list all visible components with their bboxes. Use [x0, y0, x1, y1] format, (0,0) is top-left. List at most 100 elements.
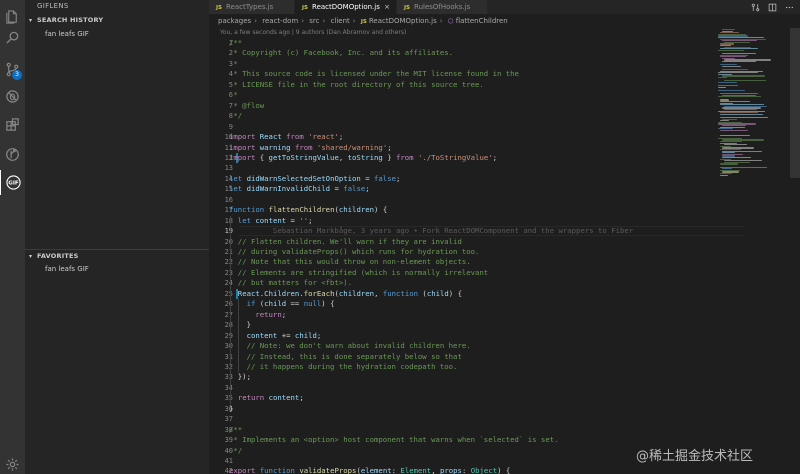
- code-line[interactable]: }: [229, 404, 233, 414]
- code-editor[interactable]: You, a few seconds ago | 9 authors (Dan …: [209, 27, 800, 474]
- code-line[interactable]: /**: [229, 425, 242, 435]
- breadcrumb-item[interactable]: packages: [218, 17, 251, 25]
- close-icon[interactable]: ×: [384, 0, 390, 14]
- search-icon[interactable]: [0, 25, 25, 50]
- favorites-item[interactable]: fan leafs GIF: [45, 264, 89, 275]
- minimap[interactable]: [718, 29, 792, 179]
- indent-guide: [238, 299, 239, 373]
- code-line[interactable]: function flattenChildren(children) {: [229, 205, 387, 215]
- source-control-badge: 3: [12, 70, 22, 80]
- js-file-icon: JS: [216, 5, 223, 11]
- chevron-down-icon: ▾: [29, 17, 33, 24]
- debug-icon[interactable]: [0, 84, 25, 109]
- code-line[interactable]: // Note that this would throw on non-ele…: [229, 257, 471, 267]
- code-line[interactable]: // but matters for <fbt>).: [229, 278, 352, 288]
- split-editor-icon[interactable]: [768, 3, 777, 12]
- compare-changes-icon[interactable]: [751, 3, 760, 12]
- tab-bar: JS ReactTypes.js JS ReactDOMOption.js × JS…: [209, 0, 800, 14]
- code-line[interactable]: /**: [229, 38, 242, 48]
- js-file-icon: JS: [404, 5, 411, 11]
- inline-blame: Sebastian Markbåge, 3 years ago • Fork R…: [229, 226, 634, 236]
- codelens-blame[interactable]: You, a few seconds ago | 9 authors (Dan …: [220, 29, 406, 36]
- tab-label: RulesOfHooks.js: [414, 3, 471, 11]
- code-line[interactable]: }: [229, 320, 251, 330]
- chevron-right-icon: ›: [301, 17, 305, 25]
- code-line[interactable]: Sebastian Markbåge, 3 years ago • Fork R…: [229, 226, 633, 236]
- code-line[interactable]: */: [229, 111, 242, 121]
- watermark: @稀土掘金技术社区: [636, 449, 754, 464]
- tab-rulesofhooks[interactable]: JS RulesOfHooks.js: [397, 0, 487, 14]
- minimap-line: [720, 163, 738, 165]
- favorites-header[interactable]: ▾ FAVORITES: [25, 251, 209, 262]
- code-line[interactable]: import warning from 'shared/warning';: [229, 143, 392, 153]
- sidebar-divider: [25, 249, 209, 250]
- code-line[interactable]: });: [229, 372, 251, 382]
- breadcrumb-symbol[interactable]: flattenChildren: [456, 17, 508, 25]
- code-line[interactable]: // during validateProps() which runs for…: [229, 247, 480, 257]
- activity-bar: 3 GIF: [0, 0, 25, 474]
- minimap-line: [718, 96, 762, 98]
- tab-reacttypes[interactable]: JS ReactTypes.js: [209, 0, 294, 14]
- extensions-icon[interactable]: [0, 112, 25, 137]
- chevron-down-icon: ▾: [29, 253, 33, 260]
- code-line[interactable]: let content = '';: [229, 216, 313, 226]
- code-line[interactable]: // Elements are stringified (which is no…: [229, 268, 488, 278]
- breadcrumb: packages › react-dom › src › client › JS Reac…: [218, 15, 508, 27]
- gif-icon-label: GIF: [8, 181, 19, 187]
- code-line[interactable]: export function validateProps(element: E…: [229, 466, 510, 474]
- code-line[interactable]: import { getToStringValue, toString } fr…: [229, 153, 497, 163]
- js-file-icon: JS: [360, 19, 367, 25]
- code-line[interactable]: */: [229, 446, 242, 456]
- minimap-line: [720, 134, 751, 136]
- search-history-header[interactable]: ▾ SEARCH HISTORY: [25, 15, 209, 26]
- code-line[interactable]: content += child;: [229, 331, 322, 341]
- gear-icon[interactable]: [0, 452, 25, 474]
- chevron-right-icon: ›: [439, 17, 443, 25]
- favorites-label: FAVORITES: [37, 252, 79, 260]
- code-line[interactable]: if (child == null) {: [229, 299, 335, 309]
- minimap-line: [722, 65, 741, 67]
- code-line[interactable]: // Flatten children. We'll warn if they …: [229, 237, 462, 247]
- code-line[interactable]: // Note: we don't warn about invalid chi…: [229, 341, 471, 351]
- code-line[interactable]: React.Children.forEach(children, functio…: [229, 289, 462, 299]
- code-line[interactable]: * LICENSE file in the root directory of …: [229, 80, 483, 90]
- code-line[interactable]: * @flow: [229, 101, 264, 111]
- sidebar: GIFLENS ▾ SEARCH HISTORY fan leafs GIF ▾ F…: [25, 0, 209, 474]
- minimap-line: [718, 81, 738, 83]
- breadcrumb-item[interactable]: client: [331, 17, 350, 25]
- code-line[interactable]: // Instead, this is done separately belo…: [229, 352, 462, 362]
- gitlens-icon[interactable]: [0, 142, 25, 167]
- code-line[interactable]: let didWarnSelectedSetOnOption = false;: [229, 174, 400, 184]
- minimap-line: [720, 129, 749, 131]
- minimap-line: [718, 49, 744, 51]
- line-number: 37: [224, 415, 233, 424]
- code-line[interactable]: *: [229, 90, 237, 100]
- minimap-line: [718, 89, 746, 91]
- indent-guide: [230, 215, 231, 404]
- code-line[interactable]: * Implements an <option> host component …: [229, 435, 558, 445]
- code-line[interactable]: // it happens during the hydration codep…: [229, 362, 458, 372]
- line-number: 16: [224, 195, 233, 204]
- chevron-right-icon: ›: [322, 17, 326, 25]
- search-history-label: SEARCH HISTORY: [37, 16, 104, 24]
- source-control-icon[interactable]: 3: [0, 57, 25, 82]
- chevron-right-icon: ›: [254, 17, 258, 25]
- breadcrumb-file[interactable]: ReactDOMOption.js: [369, 17, 437, 25]
- gif-icon[interactable]: GIF: [0, 170, 25, 195]
- tab-reactdomoption[interactable]: JS ReactDOMOption.js ×: [295, 0, 396, 14]
- breadcrumb-item[interactable]: react-dom: [262, 17, 298, 25]
- code-line[interactable]: * This source code is licensed under the…: [229, 69, 519, 79]
- code-line[interactable]: *: [229, 59, 237, 69]
- code-line[interactable]: let didWarnInvalidChild = false;: [229, 184, 370, 194]
- search-history-item[interactable]: fan leafs GIF: [45, 29, 89, 40]
- code-line[interactable]: * Copyright (c) Facebook, Inc. and its a…: [229, 48, 453, 58]
- breadcrumb-item[interactable]: src: [309, 17, 319, 25]
- editor-actions: [751, 0, 794, 14]
- minimap-line: [720, 174, 729, 176]
- more-actions-icon[interactable]: [785, 3, 794, 12]
- scrollbar[interactable]: [790, 28, 800, 178]
- code-line[interactable]: import React from 'react';: [229, 132, 343, 142]
- minimap-line: [720, 113, 764, 115]
- symbol-function-icon: ⬡: [447, 17, 454, 25]
- code-line[interactable]: return content;: [229, 393, 304, 403]
